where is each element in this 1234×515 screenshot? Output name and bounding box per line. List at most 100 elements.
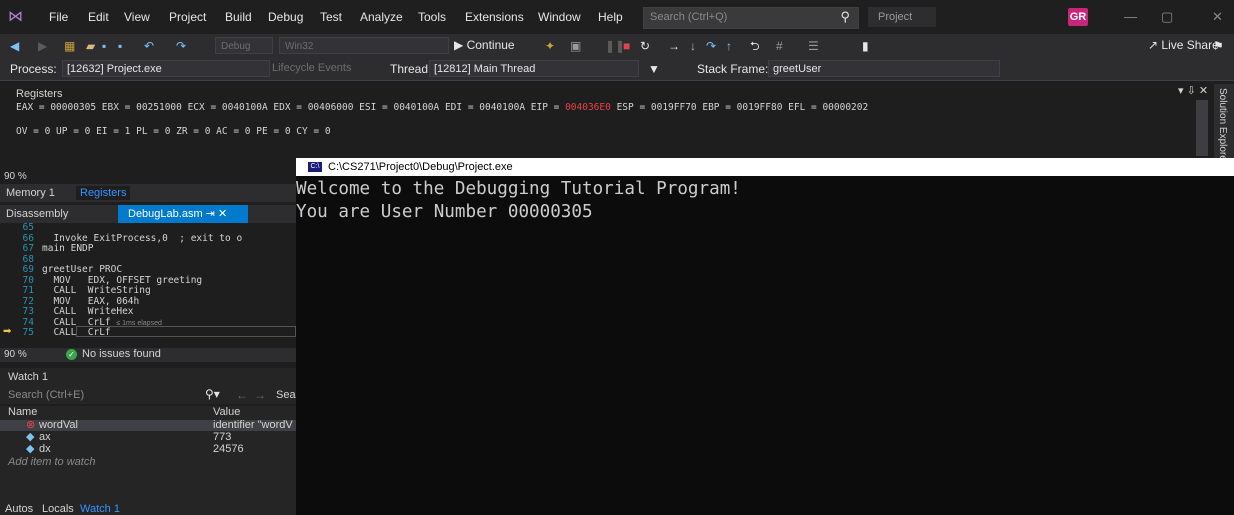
column-name[interactable]: Name <box>8 406 37 418</box>
comment-icon[interactable]: ☰ <box>808 38 819 54</box>
menu-help[interactable]: Help <box>598 10 623 24</box>
console-window[interactable]: C:\ C:\CS271\Project0\Debug\Project.exe … <box>296 158 1234 515</box>
menu-project[interactable]: Project <box>169 10 206 24</box>
menu-test[interactable]: Test <box>320 10 342 24</box>
restart-icon[interactable]: ↻ <box>640 38 650 54</box>
step-out-icon[interactable]: ↑ <box>726 38 732 54</box>
console-title: C:\CS271\Project0\Debug\Project.exe <box>328 161 513 173</box>
tab-memory-1[interactable]: Memory 1 <box>2 186 59 200</box>
console-output-line: You are User Number 00000305 <box>296 202 593 222</box>
registers-flags: OV = 0 UP = 0 EI = 1 PL = 0 ZR = 0 AC = … <box>16 126 331 137</box>
forward-icon[interactable]: ▶ <box>38 38 47 54</box>
issues-status[interactable]: No issues found <box>82 348 161 360</box>
search-input[interactable]: Search (Ctrl+Q) ⚲ <box>643 7 859 29</box>
live-share-button[interactable]: ↗ Live Share <box>1148 38 1219 52</box>
close-icon[interactable]: ✕ <box>1212 9 1223 25</box>
hot-reload-icon[interactable]: ✦ <box>545 38 555 54</box>
tab-debuglab-asm[interactable]: DebugLab.asm ⇥ ✕ <box>118 205 248 223</box>
continue-button[interactable]: ▶ Continue <box>454 38 515 52</box>
registers-line-1: EAX = 00000305 EBX = 00251000 ECX = 0040… <box>16 102 868 113</box>
instruction-pointer-arrow-icon: ➡ <box>3 326 12 337</box>
document-tabs: Disassembly DebugLab.asm ⇥ ✕ <box>0 205 296 223</box>
editor-status-bar: 90 % ✓ No issues found <box>0 348 296 362</box>
stack-frame-dropdown[interactable]: greetUser <box>768 60 1000 77</box>
menu-tools[interactable]: Tools <box>418 10 446 24</box>
search-back-icon[interactable]: ← <box>236 388 248 402</box>
zoom-level-registers[interactable]: 90 % <box>0 170 296 184</box>
menu-build[interactable]: Build <box>225 10 252 24</box>
stack-frame-label: Stack Frame: <box>697 62 769 76</box>
configuration-dropdown[interactable]: Debug <box>215 37 273 54</box>
tab-locals[interactable]: Locals <box>42 503 74 515</box>
console-output-line: Welcome to the Debugging Tutorial Progra… <box>296 179 741 199</box>
error-icon: ⊗ <box>26 419 36 431</box>
save-all-icon[interactable]: ▪ <box>118 38 122 54</box>
menu-window[interactable]: Window <box>538 10 581 24</box>
tab-registers[interactable]: Registers <box>76 186 131 200</box>
watch-row[interactable]: ◆ ax 773 <box>0 432 296 443</box>
step-over-icon[interactable]: ↷ <box>706 38 716 54</box>
bottom-tool-tabs: Autos Locals Watch 1 <box>0 503 296 515</box>
filter-icon[interactable]: ▼ <box>648 62 660 76</box>
menu-edit[interactable]: Edit <box>88 10 109 24</box>
save-icon[interactable]: ▪ <box>102 38 106 54</box>
open-folder-icon[interactable]: ▰ <box>86 38 95 54</box>
solution-explorer-label: Solution Explorer <box>1217 88 1228 165</box>
back-icon[interactable]: ◀ <box>10 38 19 54</box>
avatar[interactable]: GR <box>1068 8 1088 26</box>
feedback-icon[interactable]: ⚑ <box>1213 38 1224 54</box>
thread-dropdown[interactable]: [12812] Main Thread <box>429 60 639 77</box>
editor-zoom[interactable]: 90 % <box>4 349 27 360</box>
console-title-bar[interactable]: C:\ C:\CS271\Project0\Debug\Project.exe <box>296 158 1234 176</box>
browse-icon[interactable]: ▣ <box>570 38 581 54</box>
undo-icon[interactable]: ↶ <box>144 38 154 54</box>
search-depth-label[interactable]: Sea <box>276 389 296 401</box>
menu-analyze[interactable]: Analyze <box>360 10 403 24</box>
process-dropdown[interactable]: [12632] Project.exe <box>62 60 270 77</box>
watch-name: ax <box>39 431 51 443</box>
tab-autos[interactable]: Autos <box>5 503 33 515</box>
watch-row[interactable]: ◆ dx 24576 <box>0 444 296 455</box>
menu-file[interactable]: File <box>49 10 68 24</box>
tab-disassembly[interactable]: Disassembly <box>2 207 72 221</box>
watch-name: wordVal <box>39 419 78 431</box>
column-value[interactable]: Value <box>213 406 240 418</box>
debug-toolbar: ◀ ▶ ▦ ▰ ▪ ▪ ↶ ↷ Debug Win32 ▶ Continue ✦… <box>0 34 1234 58</box>
debug-window-tabs: Memory 1 Registers <box>0 184 296 202</box>
console-icon: C:\ <box>308 162 322 172</box>
menu-view[interactable]: View <box>124 10 150 24</box>
variable-icon: ◆ <box>26 431 35 443</box>
window-pin-close-icons[interactable]: ▾ ⇩ ✕ <box>1178 84 1208 97</box>
pin-icon[interactable]: ⇥ <box>206 208 215 220</box>
visual-studio-logo-icon[interactable]: ⋈ <box>8 9 24 25</box>
watch-value: identifier "wordV <box>213 419 293 431</box>
lifecycle-events-button[interactable]: Lifecycle Events <box>272 62 351 74</box>
platform-dropdown[interactable]: Win32 <box>279 37 449 54</box>
add-watch-item[interactable]: Add item to watch <box>8 457 304 468</box>
bookmark-icon[interactable]: ▮ <box>862 38 869 54</box>
threads-icon[interactable]: # <box>776 38 783 54</box>
tab-watch-1[interactable]: Watch 1 <box>80 503 120 515</box>
search-icon[interactable]: ⚲▾ <box>205 387 220 401</box>
show-next-statement-icon[interactable]: → <box>668 38 680 54</box>
menu-bar: ⋈ File Edit View Project Build Debug Tes… <box>0 0 1234 34</box>
debug-location-bar: Process: [12632] Project.exe Lifecycle E… <box>0 58 1234 81</box>
menu-extensions[interactable]: Extensions <box>465 10 524 24</box>
close-tab-icon[interactable]: ✕ <box>218 208 227 220</box>
new-project-icon[interactable]: ▦ <box>64 38 75 54</box>
thread-label: Thread: <box>390 62 432 76</box>
watch-row[interactable]: ⊗ wordVal identifier "wordV <box>0 420 296 431</box>
redo-icon[interactable]: ↷ <box>176 38 186 54</box>
watch-search-input[interactable]: Search (Ctrl+E) <box>8 388 204 403</box>
minimize-icon[interactable]: — <box>1124 9 1137 24</box>
registers-scrollbar[interactable] <box>1196 100 1208 156</box>
watch-search-bar: Search (Ctrl+E) ⚲▾ ← → Sea <box>0 386 296 404</box>
stop-icon[interactable]: ■ <box>623 38 630 54</box>
maximize-icon[interactable]: ▢ <box>1161 9 1173 25</box>
live-share-label: Live Share <box>1161 38 1219 52</box>
hex-display-icon[interactable]: ⮌ <box>750 38 760 54</box>
menu-debug[interactable]: Debug <box>268 10 303 24</box>
search-forward-icon[interactable]: → <box>254 388 266 402</box>
step-into-icon[interactable]: ↓ <box>690 38 696 54</box>
registers-stack: ESP = 0019FF70 EBP = 0019FF80 EFL = 0000… <box>610 102 869 113</box>
